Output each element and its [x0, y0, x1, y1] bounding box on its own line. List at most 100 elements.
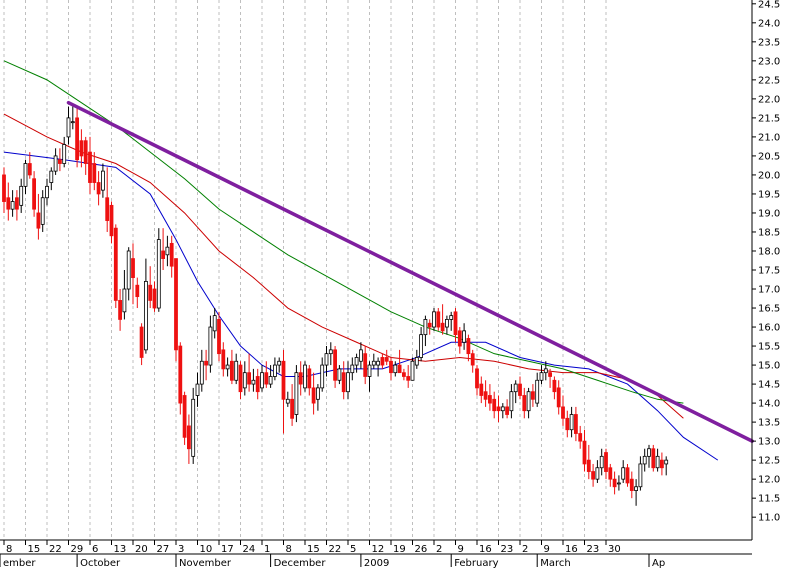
candle-body: [251, 379, 256, 385]
candle-body: [487, 395, 492, 404]
candle-body: [621, 467, 626, 480]
candle-body: [531, 391, 535, 400]
x-day-label: 12: [372, 544, 385, 555]
candle-body: [617, 482, 621, 485]
y-tick-label: 24.5: [758, 0, 780, 10]
candle-body: [565, 417, 570, 431]
x-month-label: December: [274, 558, 327, 569]
candle-body: [307, 368, 312, 389]
candle-body: [75, 117, 79, 161]
candle-body: [604, 452, 608, 472]
candle-body: [199, 360, 204, 385]
trendline: [66, 100, 754, 443]
x-day-label: 22: [49, 544, 62, 555]
candle-body: [376, 360, 381, 366]
candle-body: [156, 239, 161, 309]
candle-body: [260, 372, 264, 389]
y-tick-label: 11.0: [758, 513, 780, 524]
candle-body: [27, 163, 32, 176]
candle-body: [513, 383, 518, 393]
candle-body: [148, 284, 153, 301]
candle-body: [664, 459, 669, 465]
candle-body: [161, 250, 166, 259]
candle-body: [423, 319, 428, 336]
x-month-label: February: [454, 558, 498, 569]
candle-body: [122, 288, 127, 313]
candle-body: [165, 246, 170, 256]
candle-body: [539, 372, 544, 381]
candle-body: [285, 398, 290, 404]
candle-body: [367, 364, 372, 377]
candle-body: [2, 174, 6, 202]
candle-body: [574, 414, 578, 434]
candle-body: [113, 227, 118, 301]
candle-body: [311, 387, 316, 404]
candle-body: [290, 398, 295, 419]
candle-body: [406, 376, 411, 381]
candle-body: [281, 360, 286, 400]
x-day-label: 9: [458, 544, 464, 555]
candle-body: [70, 121, 75, 124]
candle-body: [264, 372, 269, 385]
candle-body: [419, 334, 424, 358]
candle-body: [36, 212, 41, 229]
x-day-label: 13: [114, 544, 127, 555]
candle-body: [19, 185, 24, 206]
candle-body: [315, 387, 320, 400]
candle-body: [217, 319, 221, 355]
y-tick-label: 14.5: [758, 380, 780, 391]
x-day-label: 15: [28, 544, 41, 555]
y-tick-label: 12.5: [758, 456, 780, 467]
candle-body: [660, 459, 664, 469]
candle-body: [6, 197, 11, 210]
candle-body: [358, 349, 363, 362]
candle-body: [453, 311, 458, 336]
candle-body: [625, 467, 630, 484]
x-day-label: 16: [479, 544, 492, 555]
candle-body: [204, 360, 209, 366]
candle-body: [389, 360, 393, 374]
candle-body: [101, 170, 105, 191]
candle-body: [414, 357, 419, 366]
candle-body: [40, 197, 45, 225]
candle-body: [599, 455, 604, 469]
candle-body: [578, 433, 583, 442]
candle-body: [169, 242, 174, 267]
candle-body: [582, 440, 587, 465]
candle-body: [208, 326, 213, 366]
candle-body: [131, 258, 135, 279]
candle-body: [298, 372, 303, 385]
candle-body: [268, 376, 273, 385]
candle-body: [92, 163, 97, 183]
candle-body: [569, 414, 574, 431]
candle-body: [535, 379, 540, 404]
candle-body: [552, 379, 557, 393]
ma-line-0: [3, 151, 719, 461]
candle-body: [272, 364, 277, 377]
candle-body: [66, 117, 71, 138]
x-day-label: 8: [286, 544, 292, 555]
y-tick-label: 22.0: [758, 94, 780, 105]
x-day-label: 27: [157, 544, 170, 555]
x-day-label: 1: [264, 544, 270, 555]
x-day-label: 17: [221, 544, 234, 555]
candle-body: [475, 368, 479, 389]
x-day-label: 9: [544, 544, 550, 555]
candle-body: [195, 383, 200, 396]
candle-body: [191, 398, 196, 457]
candle-body: [14, 197, 19, 210]
x-day-label: 30: [608, 544, 621, 555]
y-tick-label: 21.0: [758, 132, 780, 143]
candle-body: [470, 353, 475, 366]
y-tick-label: 16.5: [758, 304, 780, 315]
x-day-label: 20: [135, 544, 148, 555]
candle-body: [242, 372, 247, 389]
candle-body: [62, 144, 67, 164]
x-day-label: 8: [6, 544, 12, 555]
candle-body: [427, 322, 432, 328]
candle-body: [642, 455, 647, 465]
candle-body: [49, 170, 54, 183]
candle-body: [79, 140, 84, 157]
y-tick-label: 14.0: [758, 399, 780, 410]
candle-body: [363, 353, 368, 377]
